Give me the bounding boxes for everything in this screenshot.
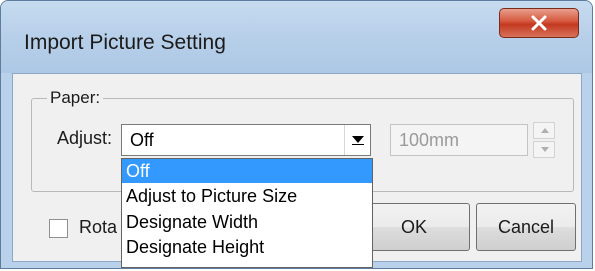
dialog-title: Import Picture Setting: [24, 31, 226, 54]
size-input[interactable]: 100mm: [390, 124, 528, 156]
rotate-checkbox[interactable]: [49, 219, 68, 238]
paper-group-label: Paper:: [47, 88, 104, 108]
arrow-down-icon: [541, 147, 549, 152]
cancel-button[interactable]: Cancel: [476, 203, 576, 251]
close-button[interactable]: [499, 8, 579, 38]
chevron-down-icon: [352, 136, 364, 145]
close-x-icon: [531, 15, 547, 31]
arrow-up-icon: [541, 128, 549, 133]
size-spinner[interactable]: [533, 122, 555, 158]
rotate-checkbox-label: Rota: [79, 217, 118, 237]
dropdown-option-adjust-to-picture-size[interactable]: Adjust to Picture Size: [122, 184, 372, 208]
size-input-value: 100mm: [399, 130, 460, 150]
dropdown-option-off[interactable]: Off: [122, 159, 372, 183]
adjust-combobox-value: Off: [130, 130, 154, 150]
spin-up-button[interactable]: [533, 122, 555, 139]
ok-button[interactable]: OK: [358, 203, 470, 251]
adjust-label: Adjust:: [57, 128, 113, 148]
spin-down-button[interactable]: [533, 141, 555, 158]
adjust-dropdown-list: Off Adjust to Picture Size Designate Wid…: [121, 158, 373, 268]
dropdown-option-designate-height[interactable]: Designate Height: [122, 235, 372, 259]
adjust-combobox[interactable]: Off: [121, 124, 371, 156]
combobox-dropdown-button[interactable]: [344, 125, 370, 155]
dropdown-option-designate-width[interactable]: Designate Width: [122, 210, 372, 234]
